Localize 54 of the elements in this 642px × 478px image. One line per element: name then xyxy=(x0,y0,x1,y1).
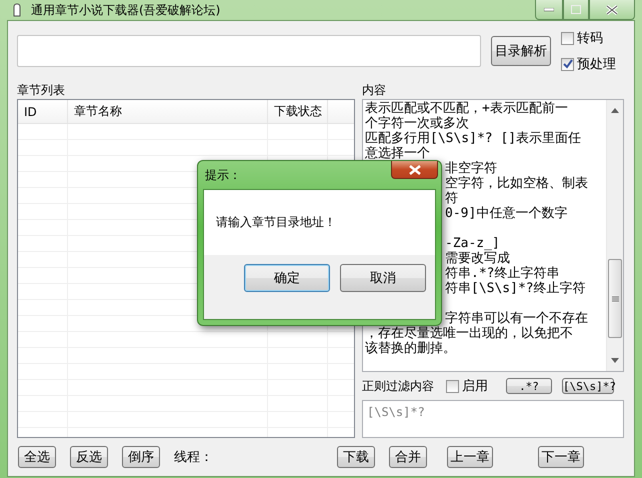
toolbar-button[interactable]: 合并 xyxy=(389,446,427,468)
content-line: 匹配多行用[\S\s]*? []表示里面任 xyxy=(365,131,582,146)
app-icon xyxy=(11,3,23,17)
content-line: 空字符，比如空格、制表 xyxy=(445,176,588,191)
dialog-message: 请输入章节目录地址！ xyxy=(216,214,336,231)
check-icon xyxy=(562,59,572,69)
url-field[interactable] xyxy=(17,35,481,67)
column-header[interactable]: 章节名称 xyxy=(68,100,268,123)
scrollbar-thumb[interactable] xyxy=(608,259,622,338)
content-line: 需要改写成 xyxy=(445,251,510,266)
scroll-down-icon[interactable] xyxy=(611,358,619,363)
maximize-button[interactable] xyxy=(563,0,589,20)
toolbar-button[interactable]: 下载 xyxy=(337,446,375,468)
minimize-icon xyxy=(544,8,554,12)
scroll-up-icon[interactable] xyxy=(611,108,619,113)
parse-button[interactable]: 目录解析 xyxy=(491,36,551,66)
toolbar-button[interactable]: 上一章 xyxy=(447,446,493,468)
content-line: 非空字符 xyxy=(445,161,497,176)
content-line: 字符串可以有一个不存在 xyxy=(445,311,588,326)
dialog-button[interactable]: 确定 xyxy=(244,264,330,292)
close-icon xyxy=(606,4,618,14)
content-line: -Za-z_] xyxy=(445,236,500,251)
threads-label: 线程： xyxy=(174,449,213,466)
close-button[interactable] xyxy=(391,161,438,179)
column-header[interactable]: ID xyxy=(18,100,68,123)
maximize-icon xyxy=(571,5,581,14)
checkbox[interactable]: 预处理 xyxy=(561,55,616,73)
minimize-button[interactable] xyxy=(535,0,563,20)
window-title: 通用章节小说下载器(吾爱破解论坛) xyxy=(31,2,220,18)
toolbar-button[interactable]: 倒序 xyxy=(122,446,160,468)
dialog-title: 提示： xyxy=(205,166,241,184)
content-label: 内容 xyxy=(362,82,387,99)
regex-button[interactable]: [\S\s]*? xyxy=(562,378,614,394)
filter-field[interactable]: [\S\s]*? xyxy=(362,400,624,438)
toolbar-button[interactable]: 全选 xyxy=(18,446,56,468)
regex-button[interactable]: .*? xyxy=(506,378,552,394)
content-line: ，存在尽量选唯一出现的，以免把不 xyxy=(365,326,573,341)
checkbox[interactable]: 转码 xyxy=(561,29,616,47)
content-line: 意选择一个 xyxy=(365,146,430,161)
toolbar-button[interactable]: 下一章 xyxy=(538,446,584,468)
content-line: 符串[\S\s]*?终止字符 xyxy=(445,281,586,296)
content-line: 该替换的删掉。 xyxy=(365,341,456,356)
dialog-button[interactable]: 取消 xyxy=(340,264,426,292)
content-line: 表示匹配或不匹配，+表示匹配前一 xyxy=(365,101,568,116)
close-icon xyxy=(408,164,420,174)
filter-label: 正则过滤内容 xyxy=(362,378,434,394)
chapter-list-label: 章节列表 xyxy=(17,82,66,99)
toolbar-button[interactable]: 反选 xyxy=(70,446,108,468)
content-line: 符 xyxy=(445,191,458,206)
content-line: 个字符一次或多次 xyxy=(365,116,469,131)
content-line: 符串.*?终止字符串 xyxy=(445,266,560,281)
content-line: 0-9]中任意一个数字 xyxy=(445,206,568,221)
column-header[interactable]: 下载状态 xyxy=(268,100,328,123)
checkbox[interactable]: 启用 xyxy=(446,377,488,395)
